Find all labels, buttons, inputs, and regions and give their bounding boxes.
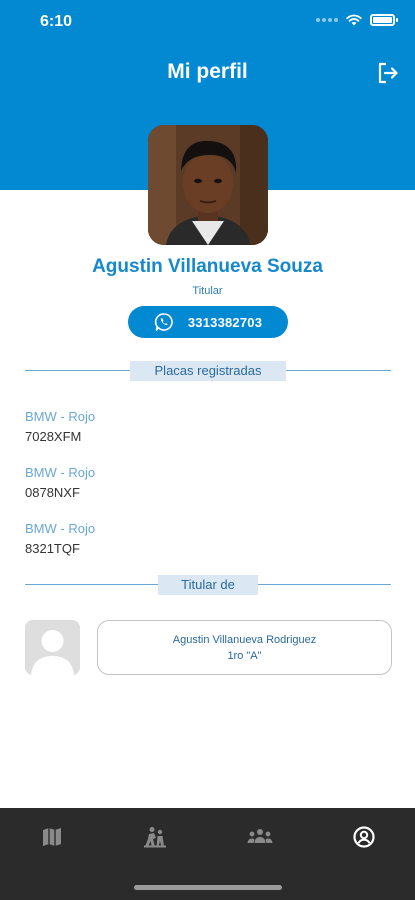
nav-tab-map[interactable] [32,822,72,852]
profile-icon [353,826,375,848]
status-icons [316,14,398,26]
plate-number: 7028XFM [25,429,82,444]
user-placeholder-icon [25,620,80,675]
nav-tab-visitors[interactable] [135,822,175,852]
home-indicator[interactable] [134,885,282,890]
profile-name: Agustin Villanueva Souza [92,256,323,277]
logout-icon [378,62,398,84]
holder-card[interactable]: Agustin Villanueva Rodriguez 1ro "A" [97,620,392,675]
profile-avatar[interactable] [148,125,268,245]
plate-model: BMW - Rojo [25,521,96,536]
wifi-icon [346,14,362,26]
nav-tab-profile[interactable] [344,822,384,852]
plate-number: 0878NXF [25,485,80,500]
map-icon [43,828,61,846]
profile-photo [148,125,268,245]
signal-icon [316,18,338,22]
plates-section-label: Placas registradas [130,361,286,381]
whatsapp-phone-button[interactable]: 3313382703 [128,306,288,338]
plate-model: BMW - Rojo [25,465,96,480]
nav-tab-community[interactable] [240,822,280,852]
battery-icon [370,14,398,26]
plate-number: 8321TQF [25,541,80,556]
status-time: 6:10 [40,13,73,30]
community-icon [247,829,273,843]
holder-section-label: Titular de [158,575,258,595]
profile-role: Titular [192,285,223,297]
holder-name: Agustin Villanueva Rodriguez [172,633,317,646]
page-title: Mi perfil [167,60,248,83]
whatsapp-icon [154,313,173,331]
plate-model: BMW - Rojo [25,409,96,424]
holder-unit: 1ro "A" [227,649,262,662]
phone-number: 3313382703 [187,314,263,330]
holder-avatar [25,620,80,675]
visitors-icon [144,827,166,848]
status-bar: 6:10 [0,0,415,46]
logout-button[interactable] [373,58,403,88]
